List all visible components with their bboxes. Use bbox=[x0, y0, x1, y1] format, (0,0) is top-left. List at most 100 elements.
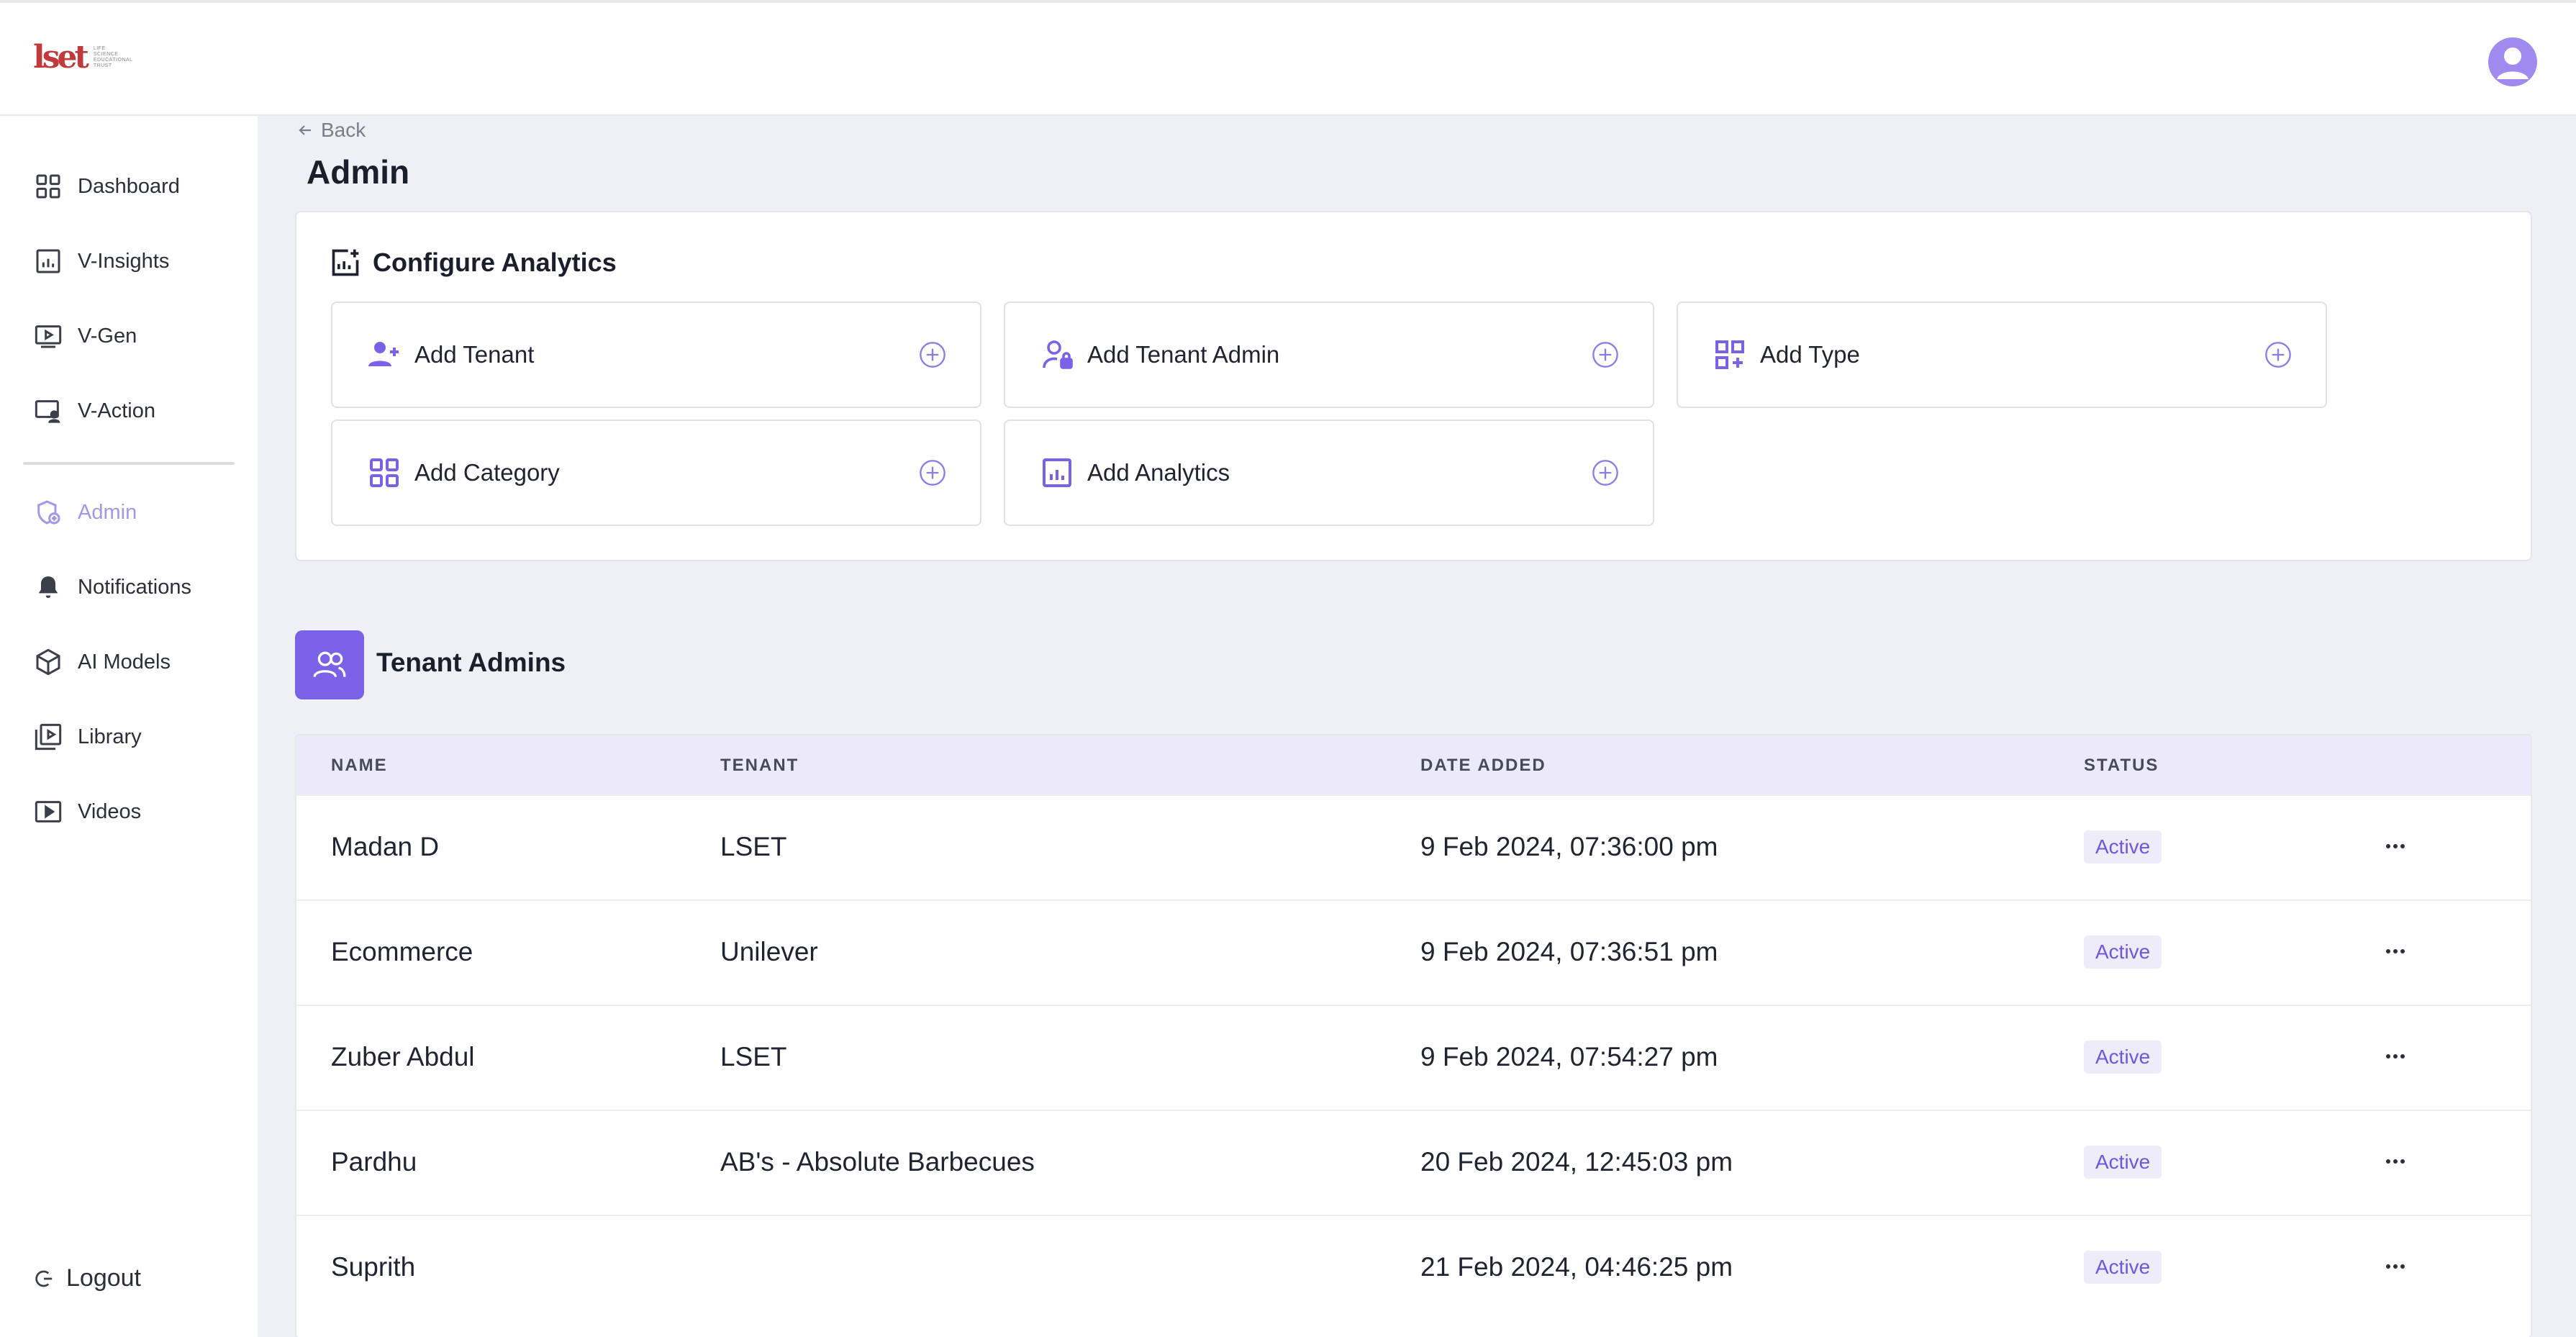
sidebar-item-v-insights[interactable]: V-Insights bbox=[33, 240, 169, 283]
column-header-date-added[interactable]: DATE ADDED bbox=[1420, 756, 1546, 776]
add-tenant-admin-button[interactable]: Add Tenant Admin bbox=[1004, 302, 1654, 408]
cell-name: Ecommerce bbox=[331, 937, 473, 966]
grid-add-icon bbox=[1711, 336, 1749, 373]
cell-date: 9 Feb 2024, 07:54:27 pm bbox=[1420, 1042, 1718, 1071]
configure-analytics-heading: Configure Analytics bbox=[330, 247, 617, 278]
status-badge: Active bbox=[2084, 935, 2162, 969]
tile-label: Add Tenant Admin bbox=[1087, 341, 1280, 368]
analytics-chart-icon bbox=[1038, 454, 1076, 491]
add-type-button[interactable]: Add Type bbox=[1677, 302, 2327, 408]
plus-circle-icon bbox=[920, 342, 945, 368]
plus-circle-icon bbox=[1592, 342, 1618, 368]
logout-label: Logout bbox=[66, 1264, 141, 1292]
cell-name: Suprith bbox=[331, 1252, 416, 1282]
logo[interactable]: lset LIFE SCIENCE EDUCATIONAL TRUST bbox=[33, 42, 133, 73]
table-row[interactable]: Madan D LSET 9 Feb 2024, 07:36:00 pm Act… bbox=[296, 794, 2531, 899]
sidebar-item-videos[interactable]: Videos bbox=[33, 790, 141, 833]
logo-mark: lset bbox=[33, 39, 89, 76]
chart-add-icon bbox=[332, 249, 359, 276]
tenant-admins-table: NAME TENANT DATE ADDED STATUS Madan D LS… bbox=[295, 734, 2532, 1337]
sidebar-item-ai-models[interactable]: AI Models bbox=[33, 640, 171, 684]
cell-tenant: Unilever bbox=[720, 937, 818, 966]
more-options-icon[interactable] bbox=[2377, 1147, 2413, 1176]
category-grid-icon bbox=[366, 454, 403, 491]
tile-label: Add Tenant bbox=[414, 341, 535, 368]
sidebar-item-dashboard[interactable]: Dashboard bbox=[33, 165, 180, 208]
tile-label: Add Analytics bbox=[1087, 459, 1230, 486]
plus-circle-icon bbox=[920, 460, 945, 486]
tenant-admins-title: Tenant Admins bbox=[376, 648, 566, 677]
logout-icon bbox=[35, 1270, 53, 1287]
tile-label: Add Type bbox=[1760, 341, 1860, 368]
chart-icon bbox=[33, 246, 63, 276]
cell-date: 9 Feb 2024, 07:36:00 pm bbox=[1420, 832, 1718, 861]
arrow-left-icon bbox=[299, 125, 311, 135]
sidebar-item-label: V-Gen bbox=[78, 324, 137, 348]
back-link[interactable]: Back bbox=[296, 116, 366, 145]
cell-tenant: LSET bbox=[720, 832, 787, 861]
configure-analytics-card: Configure Analytics Add Tenant Add Tenan… bbox=[295, 211, 2532, 561]
table-row[interactable]: Suprith 21 Feb 2024, 04:46:25 pm Active bbox=[296, 1215, 2531, 1320]
video-icon bbox=[33, 797, 63, 827]
add-tenant-button[interactable]: Add Tenant bbox=[331, 302, 981, 408]
plus-circle-icon bbox=[1592, 460, 1618, 486]
bell-icon bbox=[33, 572, 63, 602]
cell-name: Madan D bbox=[331, 832, 440, 861]
back-label: Back bbox=[321, 119, 366, 141]
more-options-icon[interactable] bbox=[2377, 832, 2413, 861]
plus-circle-icon bbox=[2265, 342, 2291, 368]
sidebar-item-v-gen[interactable]: V-Gen bbox=[33, 314, 137, 358]
logout-button[interactable]: Logout bbox=[33, 1264, 141, 1292]
page-title: Admin bbox=[307, 153, 410, 191]
sidebar-item-library[interactable]: Library bbox=[33, 715, 142, 758]
cell-date: 20 Feb 2024, 12:45:03 pm bbox=[1420, 1147, 1733, 1177]
sidebar-item-label: Dashboard bbox=[78, 174, 180, 198]
status-badge: Active bbox=[2084, 1041, 2162, 1074]
logo-text: LIFE SCIENCE EDUCATIONAL TRUST bbox=[93, 45, 133, 69]
sidebar-item-label: V-Insights bbox=[78, 249, 170, 273]
cell-tenant: LSET bbox=[720, 1042, 787, 1071]
table-row[interactable]: Pardhu AB's - Absolute Barbecues 20 Feb … bbox=[296, 1110, 2531, 1215]
user-avatar-icon[interactable] bbox=[2488, 37, 2537, 86]
table-row[interactable]: Zuber Abdul LSET 9 Feb 2024, 07:54:27 pm… bbox=[296, 1005, 2531, 1110]
more-options-icon[interactable] bbox=[2377, 1042, 2413, 1071]
column-header-status[interactable]: STATUS bbox=[2084, 756, 2159, 776]
cell-name: Zuber Abdul bbox=[331, 1042, 475, 1071]
sidebar-divider bbox=[23, 462, 235, 465]
top-bar: lset LIFE SCIENCE EDUCATIONAL TRUST bbox=[0, 0, 2576, 116]
cell-date: 21 Feb 2024, 04:46:25 pm bbox=[1420, 1252, 1733, 1282]
add-analytics-button[interactable]: Add Analytics bbox=[1004, 420, 1654, 526]
sidebar-item-label: V-Action bbox=[78, 399, 155, 422]
sidebar-item-v-action[interactable]: V-Action bbox=[33, 389, 155, 432]
sidebar-item-label: Admin bbox=[78, 500, 137, 524]
sidebar: Dashboard V-Insights V-Gen V-Action Admi… bbox=[0, 116, 258, 1337]
status-badge: Active bbox=[2084, 1251, 2162, 1284]
column-header-tenant[interactable]: TENANT bbox=[720, 756, 799, 776]
cell-name: Pardhu bbox=[331, 1147, 417, 1177]
cell-tenant: AB's - Absolute Barbecues bbox=[720, 1147, 1035, 1177]
tile-label: Add Category bbox=[414, 459, 560, 486]
dashboard-grid-icon bbox=[33, 171, 63, 201]
column-header-name[interactable]: NAME bbox=[331, 756, 388, 776]
status-badge: Active bbox=[2084, 830, 2162, 864]
sidebar-item-admin[interactable]: Admin bbox=[33, 491, 137, 534]
sidebar-item-label: AI Models bbox=[78, 650, 171, 674]
video-play-icon bbox=[33, 321, 63, 351]
table-row[interactable]: Ecommerce Unilever 9 Feb 2024, 07:36:51 … bbox=[296, 899, 2531, 1005]
user-add-icon bbox=[366, 336, 403, 373]
users-icon bbox=[295, 630, 364, 699]
user-lock-icon bbox=[1038, 336, 1076, 373]
monitor-user-icon bbox=[33, 396, 63, 426]
admin-shield-icon bbox=[33, 497, 63, 527]
table-header: NAME TENANT DATE ADDED STATUS bbox=[296, 735, 2531, 794]
cube-icon bbox=[33, 647, 63, 677]
sidebar-item-label: Notifications bbox=[78, 575, 191, 599]
status-badge: Active bbox=[2084, 1146, 2162, 1179]
more-options-icon[interactable] bbox=[2377, 937, 2413, 966]
sidebar-item-label: Library bbox=[78, 725, 142, 748]
add-category-button[interactable]: Add Category bbox=[331, 420, 981, 526]
cell-date: 9 Feb 2024, 07:36:51 pm bbox=[1420, 937, 1718, 966]
sidebar-item-notifications[interactable]: Notifications bbox=[33, 566, 191, 609]
sidebar-item-label: Videos bbox=[78, 799, 142, 823]
more-options-icon[interactable] bbox=[2377, 1252, 2413, 1281]
